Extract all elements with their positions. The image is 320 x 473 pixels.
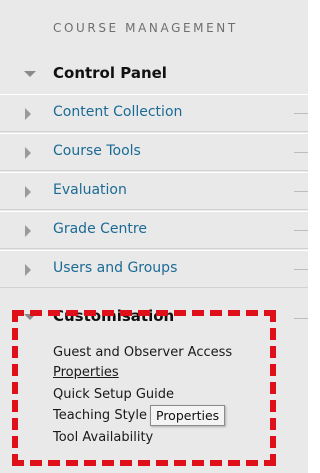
divider	[294, 230, 308, 231]
divider	[294, 113, 308, 114]
collapse-arrow-icon[interactable]	[24, 71, 36, 77]
control-panel-label: Control Panel	[53, 64, 167, 82]
control-panel-row[interactable]: Control Panel	[0, 56, 308, 92]
expand-arrow-icon[interactable]	[25, 147, 31, 159]
nav-item-label[interactable]: Users and Groups	[53, 260, 177, 276]
nav-item-label[interactable]: Grade Centre	[53, 221, 147, 237]
tooltip: Properties	[150, 405, 226, 426]
expand-arrow-icon[interactable]	[25, 186, 31, 198]
expand-arrow-icon[interactable]	[25, 264, 31, 276]
expand-arrow-icon[interactable]	[25, 225, 31, 237]
divider	[294, 318, 308, 319]
nav-item-grade-centre[interactable]: Grade Centre	[0, 211, 308, 249]
expand-arrow-icon[interactable]	[25, 108, 31, 120]
nav-item-label[interactable]: Course Tools	[53, 143, 141, 159]
nav-item-label[interactable]: Evaluation	[53, 182, 127, 198]
course-management-panel: COURSE MANAGEMENT Control Panel Content …	[0, 0, 308, 473]
nav-item-content-collection[interactable]: Content Collection	[0, 94, 308, 132]
divider	[294, 152, 308, 153]
nav-item-course-tools[interactable]: Course Tools	[0, 133, 308, 171]
highlight-annotation-box	[12, 310, 276, 466]
divider	[294, 191, 308, 192]
divider	[294, 269, 308, 270]
nav-item-evaluation[interactable]: Evaluation	[0, 172, 308, 210]
nav-item-label[interactable]: Content Collection	[53, 104, 182, 120]
panel-header: COURSE MANAGEMENT	[53, 21, 238, 35]
nav-item-users-and-groups[interactable]: Users and Groups	[0, 250, 308, 288]
